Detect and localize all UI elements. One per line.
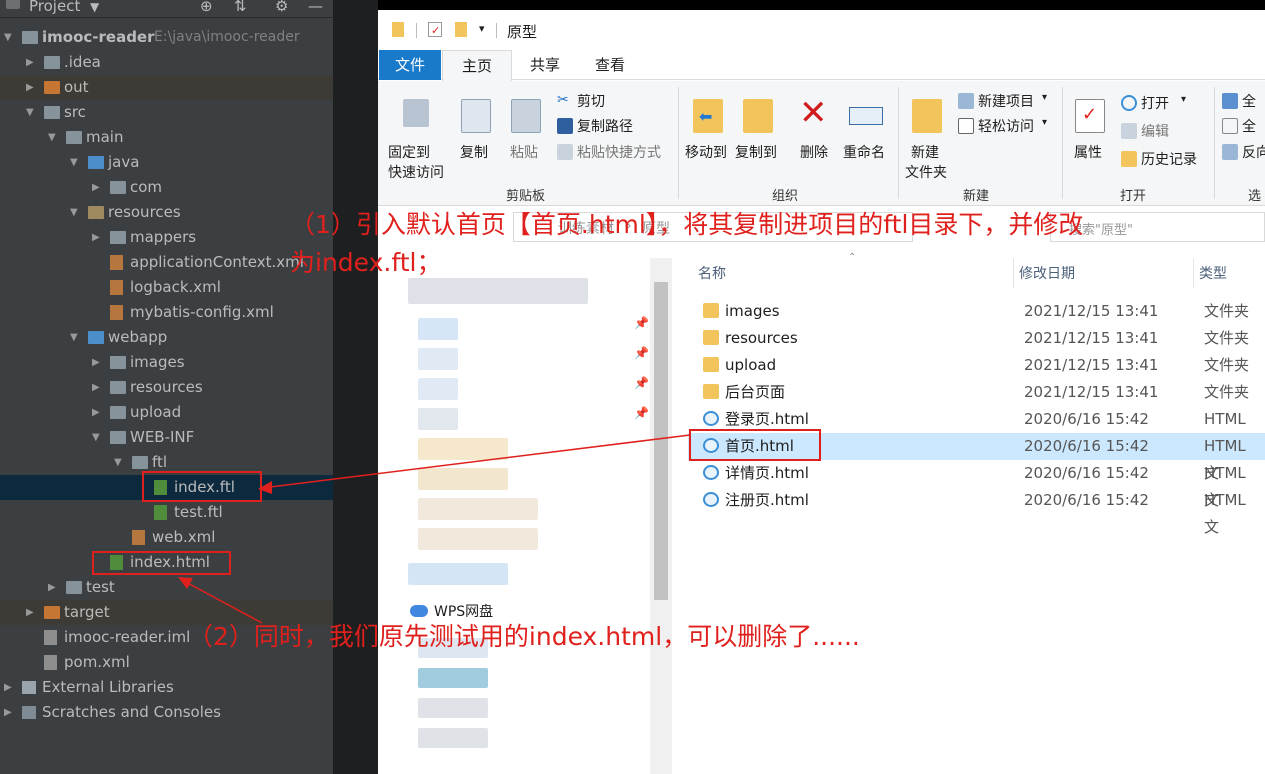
annotation-step-1-line-1: （1）引入默认首页【首页.html】，将其复制进项目的ftl目录下，并修改 — [290, 210, 1084, 239]
annotation-arrows — [178, 434, 691, 624]
annotation-step-2: （2）同时，我们原先测试用的index.html，可以删除了...... — [188, 622, 860, 651]
annotation-step-1-line-2: 为index.ftl； — [290, 248, 442, 277]
